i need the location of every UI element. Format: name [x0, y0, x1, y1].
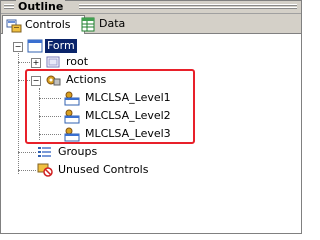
outline-panel: Outline Controls Data − Form + root − Ac…: [0, 0, 302, 234]
groups-icon: [37, 145, 53, 159]
form-icon: [27, 39, 43, 53]
tree-node-unused-controls-label: Unused Controls: [58, 163, 149, 176]
tree-connector: [18, 170, 36, 172]
title-grip-right: [79, 4, 297, 10]
highlight-box: [25, 69, 195, 144]
outline-titlebar[interactable]: Outline: [1, 0, 301, 14]
tab-controls-label: Controls: [25, 18, 71, 31]
title-grip-left: [4, 4, 14, 10]
tree-connector: [18, 152, 36, 154]
tree-node-form[interactable]: Form: [27, 38, 77, 54]
data-grid-icon: [80, 17, 96, 32]
collapse-toggle[interactable]: −: [13, 42, 23, 52]
outline-tree: − Form + root − Actions MLCLSA_Level1 ML…: [1, 34, 301, 233]
tab-data[interactable]: Data: [77, 15, 136, 33]
panel-title: Outline: [16, 0, 66, 13]
tree-node-groups[interactable]: Groups: [37, 144, 99, 160]
container-icon: [45, 55, 61, 69]
controls-icon: [6, 18, 22, 33]
tree-node-root[interactable]: root: [45, 54, 90, 70]
tree-node-form-label: Form: [45, 39, 77, 53]
tree-connector: [18, 50, 20, 174]
tree-connector: [18, 62, 30, 64]
unused-controls-icon: [37, 163, 53, 177]
tree-node-root-label: root: [66, 55, 89, 68]
expand-toggle[interactable]: +: [31, 58, 41, 68]
tree-node-groups-label: Groups: [58, 145, 98, 158]
tab-data-label: Data: [99, 17, 126, 30]
tab-strip: Controls Data: [1, 14, 301, 35]
tree-node-unused-controls[interactable]: Unused Controls: [37, 162, 150, 178]
tab-controls[interactable]: Controls: [2, 15, 85, 35]
